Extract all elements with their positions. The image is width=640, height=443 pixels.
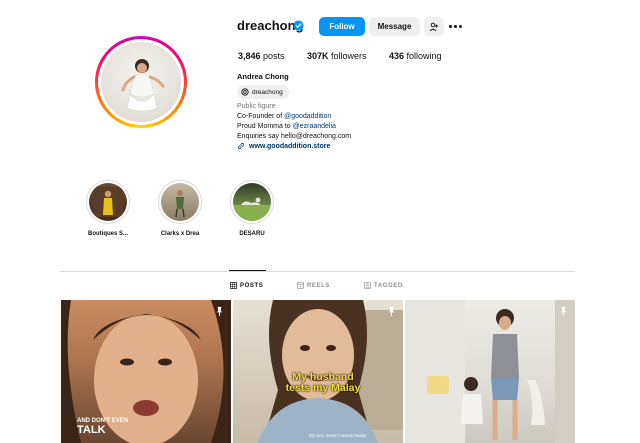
tab-posts[interactable]: POSTS [230,282,263,289]
post-3-image [405,300,575,443]
following-stat[interactable]: 436 following [389,51,442,61]
bio-line-1-text: Co-Founder of [237,113,285,120]
reels-icon [297,282,304,289]
bio-line-2-text: Proud Momma to [237,123,293,130]
post-2-caption-line-2: tests my Malay [285,382,361,394]
followers-count: 307K [307,51,329,61]
threads-icon [241,88,249,96]
pinned-icon [560,306,567,317]
highlight-label: Clarks x Drea [160,231,200,237]
posts-count-stat: 3,846 posts [238,51,285,61]
post-tile-3[interactable] [405,300,575,443]
suggest-users-button[interactable] [424,17,444,36]
highlight-desaru-thumbnail [233,183,271,221]
followers-label: followers [331,51,367,61]
followers-stat[interactable]: 307K followers [307,51,367,61]
posts-label: posts [263,51,285,61]
threads-handle: dreachong [252,88,283,96]
tab-posts-label: POSTS [240,282,264,289]
tagged-icon [364,282,371,289]
highlight-label: DESARU [239,231,265,237]
bio-line-2: Proud Momma to @ezraandelia [237,122,336,131]
highlight-boutiques-thumbnail [89,183,127,221]
following-label: following [406,51,442,61]
highlight-label: Boutiques S... [87,231,128,237]
add-user-icon [429,22,438,31]
post-tile-1[interactable]: AND DON'T EVEN TALK [61,300,231,443]
mention-ezraandelia[interactable]: @ezraandelia [293,123,336,130]
post-1-caption-big: TALK [77,424,106,436]
threads-badge[interactable]: dreachong [237,85,289,99]
verified-badge-icon [293,20,304,31]
tabs-divider [60,271,575,272]
tab-reels[interactable]: REELS [297,282,330,289]
tab-reels-label: REELS [307,282,331,289]
profile-category: Public figure [237,103,276,110]
avatar-photo [101,42,181,122]
posts-count: 3,846 [238,51,261,61]
grid-icon [230,282,237,289]
highlight-clarks-thumbnail [161,183,199,221]
active-tab-indicator [229,270,266,271]
pinned-icon [388,306,395,317]
following-count: 436 [389,51,405,61]
post-tile-2[interactable]: My husband tests my Malay My Son doesn't… [233,300,403,443]
highlight-clarks[interactable]: Clarks x Drea [145,180,215,237]
post-2-caption: My husband tests my Malay [273,372,373,394]
profile-avatar[interactable] [95,36,187,128]
message-button[interactable]: Message [369,17,420,36]
post-1-caption: AND DON'T EVEN TALK [77,417,128,436]
profile-link-text[interactable]: www.goodaddition.store [249,143,330,150]
follow-button[interactable]: Follow [319,17,365,36]
mention-goodaddition[interactable]: @goodaddition [284,113,331,120]
link-icon [238,142,244,150]
bio-line-1: Co-Founder of @goodaddition [237,112,331,121]
tab-tagged-label: TAGGED [374,282,403,289]
post-2-subtitle: My Son doesn't speak Malay [309,433,367,438]
tab-tagged[interactable]: TAGGED [364,282,403,289]
bio-line-3: Enquiries say hello@dreachong.com [237,133,352,140]
pinned-icon [216,306,223,317]
highlight-desaru[interactable]: DESARU [217,180,287,237]
highlight-boutiques[interactable]: Boutiques S... [73,180,143,237]
profile-full-name: Andrea Chong [237,72,289,81]
more-options-icon[interactable] [449,20,463,32]
profile-link[interactable]: www.goodaddition.store [237,142,330,150]
